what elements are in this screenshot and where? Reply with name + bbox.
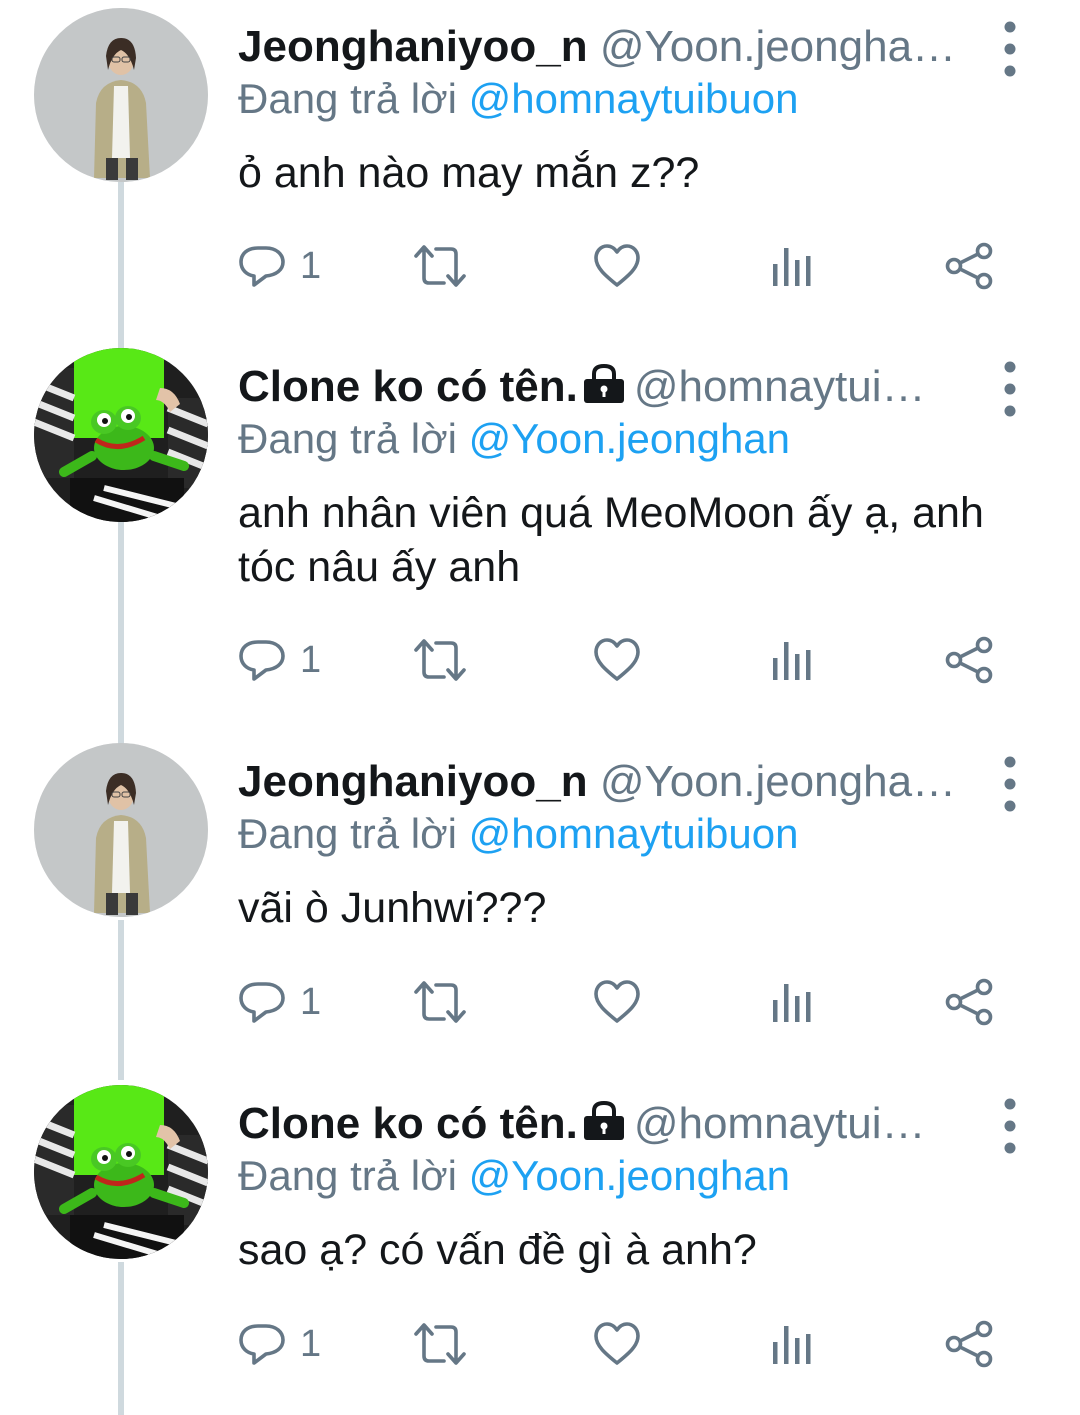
more-vertical-icon[interactable] bbox=[996, 1095, 1024, 1157]
more-vertical-icon[interactable] bbox=[996, 753, 1024, 815]
reply-count: 1 bbox=[300, 980, 322, 1023]
reply-button[interactable]: 1 bbox=[238, 630, 321, 690]
share-button[interactable] bbox=[944, 972, 994, 1032]
reply-button[interactable]: 1 bbox=[238, 1314, 321, 1374]
action-bar: 1 bbox=[238, 1314, 1018, 1374]
share-icon bbox=[944, 636, 994, 684]
tweet-text: vãi ò Junhwi??? bbox=[238, 884, 547, 932]
mention-link[interactable]: @Yoon.jeonghan bbox=[469, 1152, 790, 1199]
replying-to: Đang trả lời @Yoon.jeonghan bbox=[238, 1151, 790, 1201]
tweet-text: anh nhân viên quá MeoMoon ấy ạ, anh tóc … bbox=[238, 489, 984, 591]
lock-icon bbox=[582, 1101, 626, 1141]
more-vertical-icon[interactable] bbox=[996, 18, 1024, 80]
retweet-icon bbox=[410, 1320, 470, 1368]
share-button[interactable] bbox=[944, 630, 994, 690]
analytics-icon bbox=[770, 638, 814, 682]
share-icon bbox=[944, 1320, 994, 1368]
tweet[interactable]: Jeonghaniyoo_n @Yoon.jeongha… Đang trả l… bbox=[0, 0, 1080, 330]
heart-icon bbox=[592, 1321, 642, 1367]
display-name[interactable]: Jeonghaniyoo_n bbox=[238, 757, 588, 806]
analytics-icon bbox=[770, 244, 814, 288]
reply-count: 1 bbox=[300, 1322, 322, 1365]
tweet-header: Jeonghaniyoo_n @Yoon.jeongha… bbox=[238, 757, 970, 807]
mention-link[interactable]: @Yoon.jeonghan bbox=[469, 415, 790, 462]
reply-icon bbox=[238, 1320, 286, 1368]
analytics-icon bbox=[770, 1322, 814, 1366]
retweet-icon bbox=[410, 636, 470, 684]
replying-prefix: Đang trả lời bbox=[238, 75, 469, 122]
replying-prefix: Đang trả lời bbox=[238, 810, 469, 857]
retweet-icon bbox=[410, 978, 470, 1026]
action-bar: 1 bbox=[238, 236, 1018, 296]
avatar[interactable] bbox=[34, 743, 208, 917]
reply-icon bbox=[238, 242, 286, 290]
tweet-text: ỏ anh nào may mắn z?? bbox=[238, 149, 700, 197]
analytics-button[interactable] bbox=[770, 630, 814, 690]
like-button[interactable] bbox=[592, 236, 642, 296]
replying-to: Đang trả lời @homnaytuibuon bbox=[238, 74, 799, 124]
like-button[interactable] bbox=[592, 630, 642, 690]
reply-icon bbox=[238, 978, 286, 1026]
reply-button[interactable]: 1 bbox=[238, 972, 321, 1032]
tweet-header: Clone ko có tên. @homnaytui… bbox=[238, 1099, 970, 1149]
replying-prefix: Đang trả lời bbox=[238, 1152, 469, 1199]
user-handle[interactable]: @Yoon.jeongha… bbox=[600, 22, 956, 71]
heart-icon bbox=[592, 637, 642, 683]
reply-button[interactable]: 1 bbox=[238, 236, 321, 296]
tweet[interactable]: Clone ko có tên. @homnaytui… Đang trả lời… bbox=[0, 1077, 1080, 1415]
replying-prefix: Đang trả lời bbox=[238, 415, 469, 462]
analytics-button[interactable] bbox=[770, 1314, 814, 1374]
retweet-icon bbox=[410, 242, 470, 290]
share-button[interactable] bbox=[944, 1314, 994, 1374]
more-vertical-icon[interactable] bbox=[996, 358, 1024, 420]
tweet[interactable]: Clone ko có tên. @homnaytui… Đang trả lời… bbox=[0, 340, 1080, 735]
display-name[interactable]: Clone ko có tên. bbox=[238, 1099, 578, 1148]
analytics-icon bbox=[770, 980, 814, 1024]
display-name[interactable]: Clone ko có tên. bbox=[238, 362, 578, 411]
user-handle[interactable]: @homnaytui… bbox=[634, 1099, 926, 1148]
reply-count: 1 bbox=[300, 638, 322, 681]
like-button[interactable] bbox=[592, 972, 642, 1032]
retweet-button[interactable] bbox=[410, 236, 470, 296]
lock-icon bbox=[582, 364, 626, 404]
share-icon bbox=[944, 242, 994, 290]
avatar[interactable] bbox=[34, 348, 208, 522]
action-bar: 1 bbox=[238, 630, 1018, 690]
user-handle[interactable]: @homnaytui… bbox=[634, 362, 926, 411]
heart-icon bbox=[592, 979, 642, 1025]
tweet-text: sao ạ? có vấn đề gì à anh? bbox=[238, 1226, 757, 1274]
retweet-button[interactable] bbox=[410, 972, 470, 1032]
mention-link[interactable]: @homnaytuibuon bbox=[469, 75, 799, 122]
avatar[interactable] bbox=[34, 8, 208, 182]
tweet[interactable]: Jeonghaniyoo_n @Yoon.jeongha… Đang trả l… bbox=[0, 735, 1080, 1070]
share-button[interactable] bbox=[944, 236, 994, 296]
like-button[interactable] bbox=[592, 1314, 642, 1374]
tweet-header: Clone ko có tên. @homnaytui… bbox=[238, 362, 970, 412]
display-name[interactable]: Jeonghaniyoo_n bbox=[238, 22, 588, 71]
share-icon bbox=[944, 978, 994, 1026]
avatar[interactable] bbox=[34, 1085, 208, 1259]
heart-icon bbox=[592, 243, 642, 289]
reply-count: 1 bbox=[300, 244, 322, 287]
analytics-button[interactable] bbox=[770, 236, 814, 296]
replying-to: Đang trả lời @Yoon.jeonghan bbox=[238, 414, 790, 464]
retweet-button[interactable] bbox=[410, 1314, 470, 1374]
reply-icon bbox=[238, 636, 286, 684]
retweet-button[interactable] bbox=[410, 630, 470, 690]
tweet-header: Jeonghaniyoo_n @Yoon.jeongha… bbox=[238, 22, 970, 72]
analytics-button[interactable] bbox=[770, 972, 814, 1032]
replying-to: Đang trả lời @homnaytuibuon bbox=[238, 809, 799, 859]
mention-link[interactable]: @homnaytuibuon bbox=[469, 810, 799, 857]
user-handle[interactable]: @Yoon.jeongha… bbox=[600, 757, 956, 806]
action-bar: 1 bbox=[238, 972, 1018, 1032]
